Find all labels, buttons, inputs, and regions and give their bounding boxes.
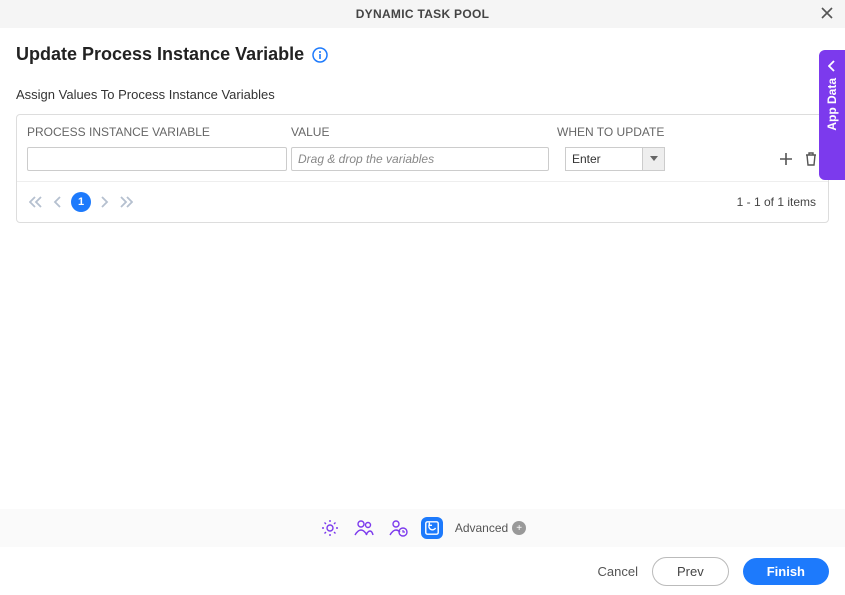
prev-button[interactable]: Prev [652, 557, 729, 586]
info-icon[interactable] [312, 47, 328, 63]
table-row: Drag & drop the variables Enter [17, 147, 828, 181]
pagination-status: 1 - 1 of 1 items [737, 195, 816, 209]
when-select[interactable]: Enter [565, 147, 643, 171]
add-row-icon[interactable] [778, 151, 794, 167]
variables-table: PROCESS INSTANCE VARIABLE VALUE WHEN TO … [16, 114, 829, 223]
page-title: Update Process Instance Variable [16, 44, 304, 65]
section-subtitle: Assign Values To Process Instance Variab… [16, 87, 829, 102]
when-select-value: Enter [572, 152, 601, 166]
dialog-footer: Cancel Prev Finish [0, 547, 845, 595]
variable-input[interactable] [27, 147, 287, 171]
chevron-down-icon [650, 156, 658, 162]
column-header-when: WHEN TO UPDATE [557, 125, 818, 139]
value-input[interactable]: Drag & drop the variables [291, 147, 549, 171]
page-prev-icon[interactable] [53, 196, 61, 208]
cancel-button[interactable]: Cancel [598, 564, 638, 579]
plus-circle-icon: + [512, 521, 526, 535]
advanced-label: Advanced [455, 521, 508, 535]
advanced-toggle[interactable]: Advanced + [455, 521, 526, 535]
app-data-label: App Data [825, 78, 839, 131]
dialog-title: DYNAMIC TASK POOL [356, 7, 490, 21]
app-data-panel-tab[interactable]: App Data [819, 50, 845, 180]
page-first-icon[interactable] [29, 196, 43, 208]
chevron-left-icon [828, 60, 836, 72]
when-select-dropdown-button[interactable] [643, 147, 665, 171]
column-header-variable: PROCESS INSTANCE VARIABLE [27, 125, 291, 139]
pagination: 1 1 - 1 of 1 items [17, 181, 828, 222]
update-variable-icon[interactable] [421, 517, 443, 539]
gear-icon[interactable] [319, 517, 341, 539]
bottom-toolbar: Advanced + [0, 509, 845, 547]
page-number[interactable]: 1 [71, 192, 91, 212]
value-placeholder: Drag & drop the variables [298, 152, 434, 166]
finish-button[interactable]: Finish [743, 558, 829, 585]
delete-row-icon[interactable] [804, 151, 818, 167]
column-header-value: VALUE [291, 125, 557, 139]
page-last-icon[interactable] [119, 196, 133, 208]
close-icon[interactable] [819, 5, 835, 21]
person-clock-icon[interactable] [387, 517, 409, 539]
dialog-header: DYNAMIC TASK POOL [0, 0, 845, 28]
people-icon[interactable] [353, 517, 375, 539]
page-next-icon[interactable] [101, 196, 109, 208]
